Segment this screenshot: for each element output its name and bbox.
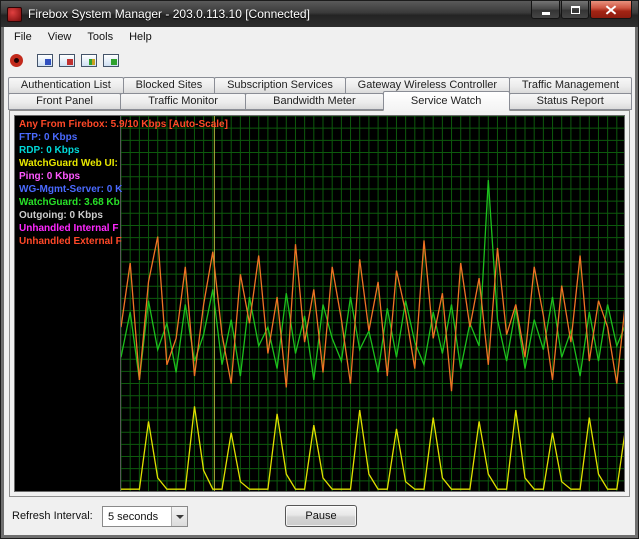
- refresh-interval-select[interactable]: 5 seconds: [102, 506, 188, 527]
- service-watch-graph: Any From Firebox: 5.9/10 Kbps [Auto-Scal…: [14, 115, 625, 492]
- refresh-interval-value: 5 seconds: [103, 511, 171, 523]
- traffic-monitor-icon: [37, 54, 53, 67]
- chart-area: [121, 116, 625, 492]
- refresh-interval-label: Refresh Interval:: [12, 510, 93, 522]
- app-icon: [7, 7, 22, 22]
- chevron-down-icon: [176, 515, 184, 519]
- client-area: File View Tools Help A: [4, 27, 635, 535]
- minimize-icon: [542, 12, 550, 15]
- tab-row-secondary: Authentication List Blocked Sites Subscr…: [8, 77, 631, 94]
- service-watch-panel: Any From Firebox: 5.9/10 Kbps [Auto-Scal…: [9, 110, 630, 497]
- traffic-chart: [121, 116, 625, 492]
- menu-file[interactable]: File: [6, 28, 40, 46]
- tab-front-panel[interactable]: Front Panel: [8, 93, 121, 110]
- hostwatch-button[interactable]: [101, 52, 121, 69]
- close-button[interactable]: [590, 1, 632, 19]
- traffic-monitor-button[interactable]: [35, 52, 55, 69]
- footer-bar: Refresh Interval: 5 seconds Pause: [4, 499, 635, 533]
- performance-console-icon: [81, 54, 97, 67]
- stop-button[interactable]: [8, 52, 25, 69]
- app-window: Firebox System Manager - 203.0.113.10 [C…: [0, 0, 639, 539]
- tab-subscription-services[interactable]: Subscription Services: [214, 77, 346, 94]
- minimize-button[interactable]: [531, 1, 560, 19]
- maximize-icon: [571, 6, 580, 14]
- tab-bandwidth-meter[interactable]: Bandwidth Meter: [245, 93, 384, 110]
- tab-traffic-management[interactable]: Traffic Management: [509, 77, 632, 94]
- menu-bar: File View Tools Help: [4, 27, 635, 47]
- window-controls: [530, 1, 632, 19]
- menu-view[interactable]: View: [40, 28, 80, 46]
- series-line-web-ui: [121, 406, 625, 489]
- menu-tools[interactable]: Tools: [79, 28, 121, 46]
- performance-console-button[interactable]: [79, 52, 99, 69]
- maximize-button[interactable]: [561, 1, 589, 19]
- firebox-connect-button[interactable]: [57, 52, 77, 69]
- tab-row-primary: Front Panel Traffic Monitor Bandwidth Me…: [8, 93, 631, 110]
- stop-icon: [10, 54, 23, 67]
- series-line-watchguard: [121, 180, 625, 380]
- tab-service-watch[interactable]: Service Watch: [383, 91, 510, 111]
- tab-authentication-list[interactable]: Authentication List: [8, 77, 124, 94]
- firebox-connect-icon: [59, 54, 75, 67]
- menu-help[interactable]: Help: [121, 28, 160, 46]
- title-bar[interactable]: Firebox System Manager - 203.0.113.10 [C…: [1, 1, 638, 27]
- tab-blocked-sites[interactable]: Blocked Sites: [123, 77, 215, 94]
- toolbar: [4, 47, 635, 73]
- tab-status-report[interactable]: Status Report: [509, 93, 632, 110]
- window-title: Firebox System Manager - 203.0.113.10 [C…: [28, 7, 310, 21]
- tab-traffic-monitor[interactable]: Traffic Monitor: [120, 93, 246, 110]
- select-arrow-button[interactable]: [171, 507, 187, 526]
- pause-button[interactable]: Pause: [285, 505, 357, 527]
- hostwatch-icon: [103, 54, 119, 67]
- close-icon: [606, 5, 616, 14]
